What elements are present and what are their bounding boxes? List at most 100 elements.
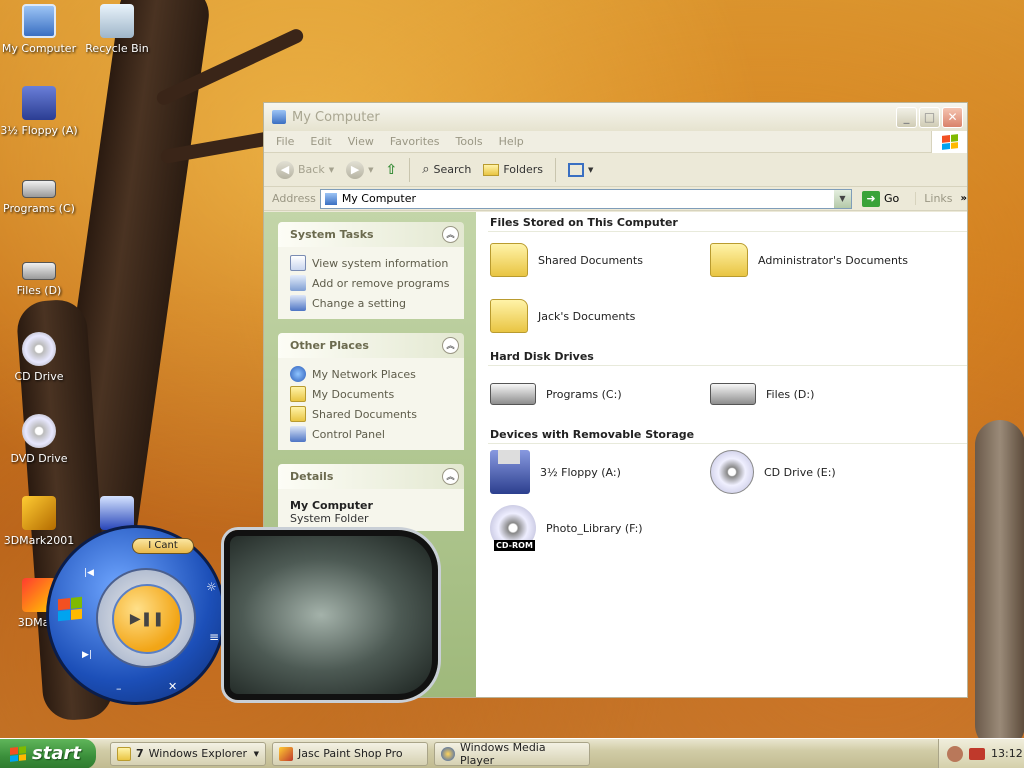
item-jacks-documents[interactable]: Jack's Documents	[490, 294, 710, 338]
maximize-button[interactable]: □	[919, 106, 940, 128]
other-places-panel: Other Places ︽ My Network Places My Docu…	[278, 333, 464, 450]
task-view-system-information[interactable]: View system information	[290, 253, 454, 273]
hard-drive-icon	[710, 383, 756, 405]
collapse-icon[interactable]: ︽	[442, 226, 459, 243]
forward-arrow-icon: ▶	[346, 160, 365, 179]
item-floppy-drive[interactable]: 3½ Floppy (A:)	[490, 450, 710, 494]
item-programs-drive[interactable]: Programs (C:)	[490, 372, 710, 416]
group-header-files: Files Stored on This Computer	[488, 216, 967, 232]
equalizer-button[interactable]: ☼	[206, 580, 217, 594]
minimize-button[interactable]: _	[896, 106, 917, 128]
desktop-icon-recycle-bin[interactable]: Recycle Bin	[78, 4, 156, 55]
desktop-icon-floppy[interactable]: 3½ Floppy (A)	[0, 86, 78, 137]
details-header[interactable]: Details ︽	[278, 464, 464, 489]
media-player-skin: ▶❚❚ I Cant |◀ ▶| ☼ ≡ – ✕	[46, 520, 446, 710]
details-name: My Computer	[290, 499, 373, 512]
close-button[interactable]: ✕	[942, 106, 963, 128]
folder-icon	[490, 243, 528, 277]
menu-file[interactable]: File	[268, 135, 302, 148]
play-pause-icon: ▶❚❚	[129, 611, 165, 627]
item-cd-drive[interactable]: CD Drive (E:)	[710, 450, 930, 494]
chevron-down-icon: ▼	[368, 165, 374, 174]
other-places-header[interactable]: Other Places ︽	[278, 333, 464, 358]
windows-logo-icon[interactable]	[58, 596, 82, 622]
go-arrow-icon: ➜	[862, 190, 880, 207]
start-button[interactable]: start	[0, 738, 96, 768]
tray-app-icon[interactable]	[969, 747, 985, 760]
dvd-icon	[22, 414, 56, 448]
computer-icon	[272, 110, 286, 124]
folders-button[interactable]: Folders	[479, 161, 547, 178]
forward-button[interactable]: ▶ ▼	[342, 159, 377, 181]
control-panel-icon	[290, 295, 306, 311]
chevron-down-icon: ▼	[328, 165, 335, 174]
computer-icon	[324, 192, 337, 205]
chevron-right-icon[interactable]: »	[961, 193, 967, 204]
up-button[interactable]: ⇧	[382, 160, 402, 180]
system-tasks-header[interactable]: System Tasks ︽	[278, 222, 464, 247]
menu-tools[interactable]: Tools	[448, 135, 491, 148]
group-header-hard-disks: Hard Disk Drives	[488, 350, 967, 366]
task-paint-shop-pro[interactable]: Jasc Paint Shop Pro	[272, 741, 428, 766]
floppy-drive-icon	[490, 450, 530, 494]
place-control-panel[interactable]: Control Panel	[290, 424, 454, 444]
title-bar[interactable]: My Computer _ □ ✕	[264, 103, 967, 131]
media-player-icon	[441, 746, 455, 761]
window-title: My Computer	[292, 109, 380, 125]
views-button[interactable]: ▼	[564, 161, 597, 179]
address-dropdown-button[interactable]: ▼	[834, 189, 851, 208]
clock[interactable]: 13:12	[991, 747, 1023, 760]
next-button[interactable]: ▶|	[82, 650, 92, 660]
minimize-icon[interactable]: –	[116, 682, 122, 695]
go-button[interactable]: ➜ Go	[856, 190, 905, 207]
track-title: I Cant	[132, 538, 194, 554]
computer-icon	[22, 4, 56, 38]
links-toolbar[interactable]: Links	[915, 192, 953, 205]
item-files-drive[interactable]: Files (D:)	[710, 372, 930, 416]
desktop-icon-programs-drive[interactable]: Programs (C)	[0, 168, 78, 215]
menu-button[interactable]: ≡	[209, 630, 219, 644]
file-view: Files Stored on This Computer Shared Doc…	[476, 212, 967, 697]
paint-shop-pro-icon	[279, 746, 293, 761]
search-button[interactable]: ⌕ Search	[418, 160, 475, 179]
tree-trunk	[975, 420, 1024, 750]
windows-logo-icon	[10, 745, 26, 762]
item-photo-library[interactable]: CD-ROM Photo_Library (F:)	[490, 505, 710, 551]
tray-expand-icon[interactable]	[947, 745, 963, 762]
menu-help[interactable]: Help	[491, 135, 532, 148]
desktop-icon-cd-drive[interactable]: CD Drive	[0, 332, 78, 383]
desktop-icon-files-drive[interactable]: Files (D)	[0, 250, 78, 297]
task-change-setting[interactable]: Change a setting	[290, 293, 454, 313]
views-icon	[568, 162, 585, 177]
task-windows-media-player[interactable]: Windows Media Player	[434, 741, 590, 767]
chevron-down-icon: ▼	[588, 165, 594, 174]
previous-button[interactable]: |◀	[84, 568, 94, 578]
play-pause-button[interactable]: ▶❚❚	[112, 584, 182, 654]
task-windows-explorer[interactable]: 7 Windows Explorer ▼	[110, 741, 266, 766]
item-shared-documents[interactable]: Shared Documents	[490, 238, 710, 282]
place-my-documents[interactable]: My Documents	[290, 384, 454, 404]
place-my-network-places[interactable]: My Network Places	[290, 364, 454, 384]
place-shared-documents[interactable]: Shared Documents	[290, 404, 454, 424]
desktop-icon-dvd-drive[interactable]: DVD Drive	[0, 414, 78, 465]
task-add-remove-programs[interactable]: Add or remove programs	[290, 273, 454, 293]
folder-icon	[290, 406, 306, 422]
back-button[interactable]: ◀ Back ▼	[272, 159, 338, 181]
collapse-icon[interactable]: ︽	[442, 337, 459, 354]
taskbar: start 7 Windows Explorer ▼ Jasc Paint Sh…	[0, 738, 1024, 768]
close-icon[interactable]: ✕	[168, 680, 177, 693]
desktop-icon-my-computer[interactable]: My Computer	[0, 4, 78, 55]
collapse-icon[interactable]: ︽	[442, 468, 459, 485]
chevron-down-icon: ▼	[253, 749, 259, 758]
menu-view[interactable]: View	[340, 135, 382, 148]
address-field[interactable]: My Computer ▼	[319, 188, 852, 209]
folders-icon	[483, 163, 500, 176]
address-bar: Address My Computer ▼ ➜ Go Links »	[264, 187, 967, 211]
hard-drive-icon	[490, 383, 536, 405]
item-administrators-documents[interactable]: Administrator's Documents	[710, 238, 930, 282]
menu-edit[interactable]: Edit	[302, 135, 339, 148]
network-places-icon	[290, 366, 306, 382]
cd-rom-icon: CD-ROM	[490, 505, 536, 551]
folder-up-icon: ⇧	[385, 161, 398, 178]
menu-favorites[interactable]: Favorites	[382, 135, 448, 148]
